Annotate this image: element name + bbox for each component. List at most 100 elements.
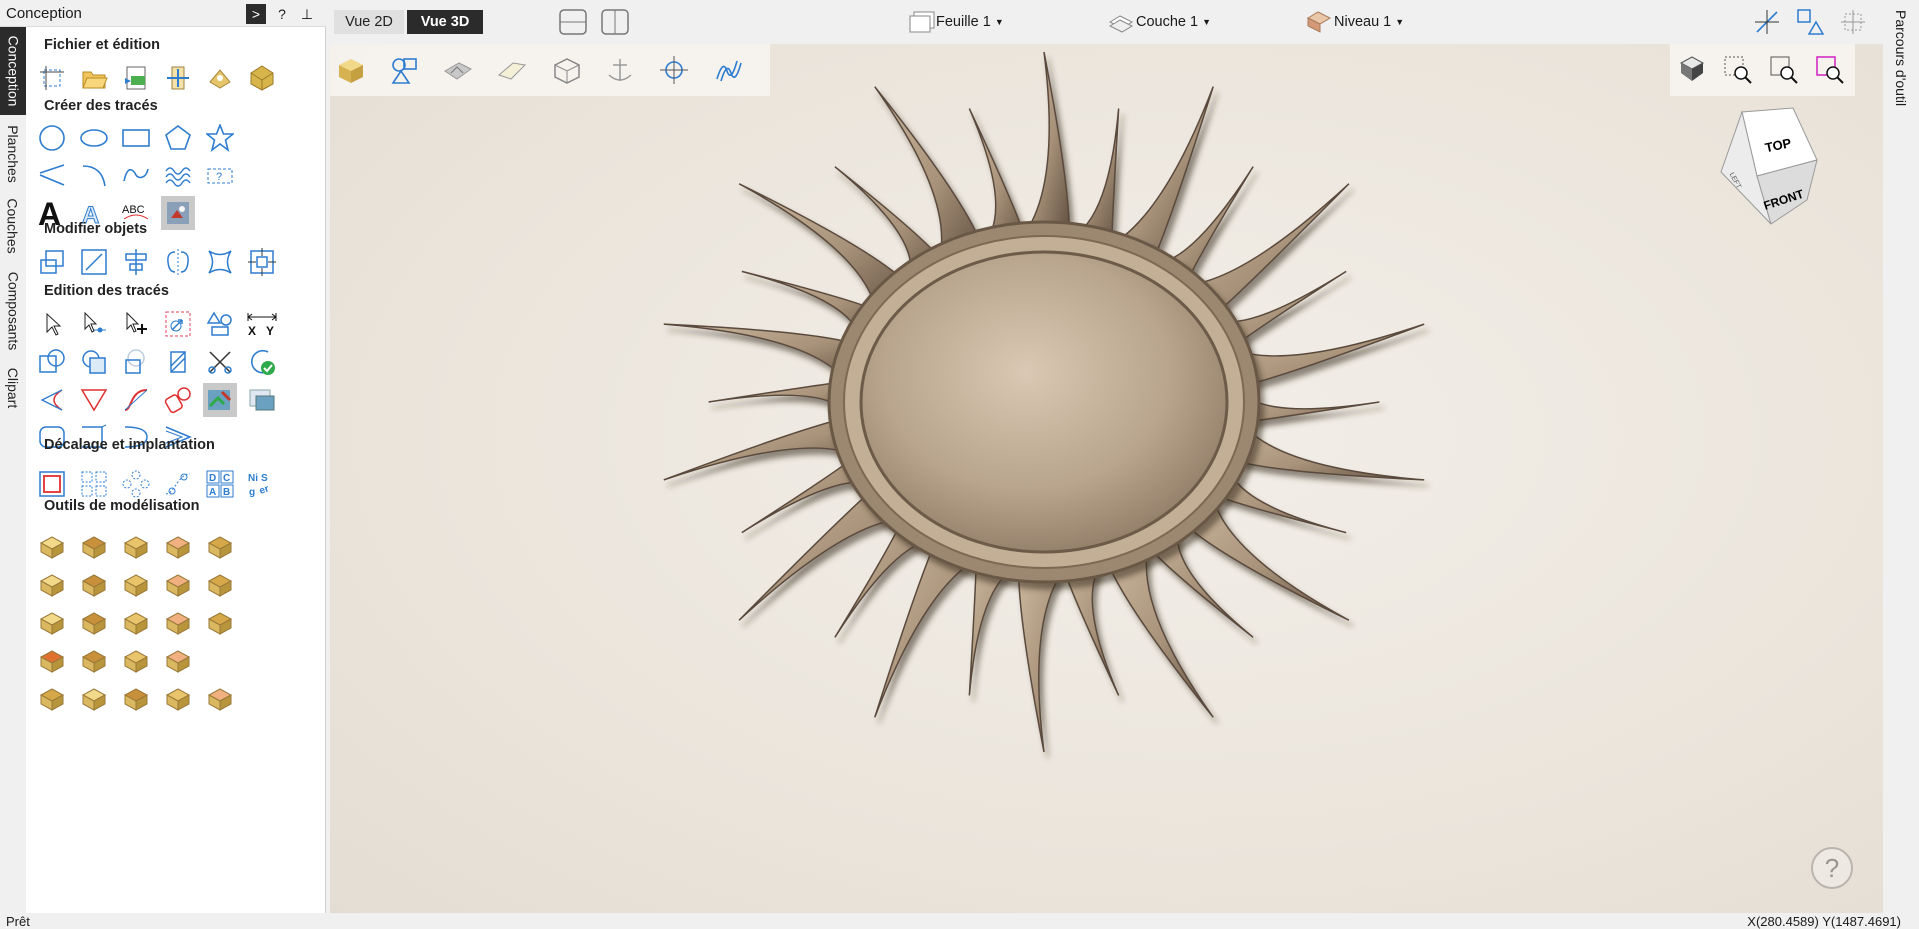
save-icon[interactable] [119,61,153,95]
scissors-icon[interactable] [203,345,237,379]
group-icon[interactable] [203,307,237,341]
intersect-icon[interactable] [119,345,153,379]
help-circle-button[interactable]: ? [1811,847,1853,889]
fit-curve-icon[interactable] [161,383,195,417]
circle-icon[interactable] [35,121,69,155]
circular-array-icon[interactable] [119,467,153,501]
path-array-icon[interactable] [161,467,195,501]
bitmap-trace-icon[interactable] [161,196,195,230]
select-icon[interactable] [35,307,69,341]
slice-icon[interactable] [77,606,111,640]
snap-icon[interactable] [1753,8,1781,36]
smooth-icon[interactable] [119,383,153,417]
plane-icon[interactable] [35,530,69,564]
status-bar: Prêt X(280.4589) Y(1487.4691) [0,913,1919,929]
cut-relief-icon[interactable] [119,606,153,640]
sheet-dropdown[interactable]: Feuille 1 ▼ [908,10,1004,34]
sun-relief-model [663,51,1425,753]
tab-composants[interactable]: Composants [0,265,26,357]
cone-icon[interactable] [161,530,195,564]
layer-dropdown[interactable]: Couche 1 ▼ [1106,10,1211,34]
node-edit-icon[interactable] [77,307,111,341]
rotate-icon[interactable] [77,568,111,602]
new-job-icon[interactable] [35,61,69,95]
stack-icon[interactable] [161,606,195,640]
export-icon[interactable] [203,61,237,95]
ellipse-icon[interactable] [77,121,111,155]
node-add-icon[interactable] [119,307,153,341]
tab-view-2d[interactable]: Vue 2D [334,10,404,34]
texture-icon[interactable]: ? [203,158,237,192]
nesting-icon[interactable]: DCAB [203,467,237,501]
toolpaths-side-tab[interactable]: Parcours d'outil [1883,0,1919,913]
move-icon[interactable] [35,245,69,279]
level-dropdown[interactable]: Niveau 1 ▼ [1304,10,1404,34]
spin-icon[interactable] [119,568,153,602]
tab-planches[interactable]: Planches [0,119,26,189]
weld-icon[interactable] [35,345,69,379]
fillet-icon[interactable] [35,383,69,417]
measure-icon[interactable]: XY [245,307,279,341]
tab-couches[interactable]: Couches [0,191,26,261]
trim-icon[interactable] [161,345,195,379]
align-icon[interactable] [119,245,153,279]
array-icon[interactable] [77,467,111,501]
fade-icon[interactable] [161,644,195,678]
subtract-icon[interactable] [77,345,111,379]
split-icon[interactable] [77,682,111,716]
box-red-icon[interactable] [35,644,69,678]
cursor-coordinates: X(280.4589) Y(1487.4691) [1747,914,1901,929]
offset-icon[interactable] [35,467,69,501]
extrude-icon[interactable] [203,530,237,564]
tab-clipart[interactable]: Clipart [0,360,26,416]
sculpt-icon[interactable] [203,568,237,602]
polyline-icon[interactable] [35,158,69,192]
sun-ray [1017,51,1071,243]
svg-text:D: D [209,473,216,484]
combine-icon[interactable] [161,682,195,716]
transform-icon[interactable] [161,307,195,341]
chamfer-icon[interactable] [77,383,111,417]
distort-icon[interactable] [203,245,237,279]
star-icon[interactable] [203,121,237,155]
sweep-icon[interactable] [35,568,69,602]
bake-icon[interactable] [119,682,153,716]
polygon-icon[interactable] [161,121,195,155]
flame-icon[interactable] [119,644,153,678]
svg-text:X: X [248,324,256,338]
chevron-down-icon: ▼ [994,17,1004,27]
dome-icon[interactable] [77,530,111,564]
clear-icon[interactable] [203,682,237,716]
help-button[interactable]: ? [272,4,292,24]
tab-conception[interactable]: Conception [0,27,26,115]
mirror-icon[interactable] [161,245,195,279]
text-nesting-icon[interactable]: Ni Sg er [245,467,279,501]
layer-icon[interactable] [35,682,69,716]
tab-view-3d[interactable]: Vue 3D [407,10,483,34]
anchor-icon[interactable] [245,245,279,279]
image-icon[interactable] [245,383,279,417]
pyramid-icon[interactable] [119,530,153,564]
sheet-label: Feuille 1 [936,14,991,30]
coin-icon[interactable] [203,606,237,640]
pin-button[interactable]: ⊥ [297,4,317,24]
grid-snap-icon[interactable] [1839,8,1867,36]
texture-relief-icon[interactable] [35,606,69,640]
image-trace-icon[interactable] [203,383,237,417]
snap-objects-icon[interactable] [1796,8,1825,36]
scale-icon[interactable] [77,245,111,279]
run-script-button[interactable]: > [246,4,266,24]
tilt-icon[interactable] [77,644,111,678]
3d-viewport[interactable]: TOP FRONT LEFT ? [330,44,1883,913]
curve-icon[interactable] [119,158,153,192]
loft-icon[interactable] [161,568,195,602]
arc-icon[interactable] [77,158,111,192]
split-view-icon[interactable] [601,9,629,35]
single-view-icon[interactable] [559,9,587,35]
close-vector-icon[interactable] [245,345,279,379]
model-icon[interactable] [245,61,279,95]
import-icon[interactable] [161,61,195,95]
wave-icon[interactable] [161,158,195,192]
rectangle-icon[interactable] [119,121,153,155]
open-icon[interactable] [77,61,111,95]
